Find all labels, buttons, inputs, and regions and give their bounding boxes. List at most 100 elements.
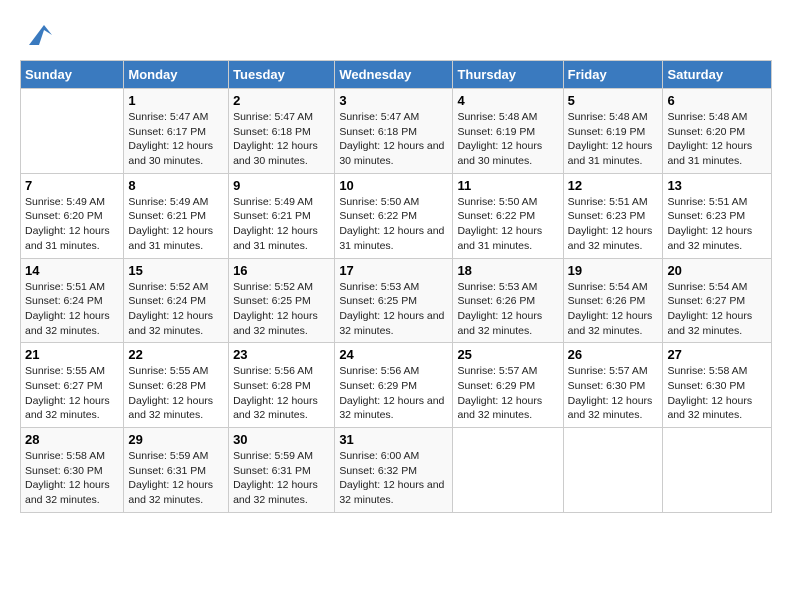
header-sunday: Sunday [21, 61, 124, 89]
day-cell: 3 Sunrise: 5:47 AMSunset: 6:18 PMDaylight… [335, 89, 453, 174]
header-tuesday: Tuesday [229, 61, 335, 89]
header-wednesday: Wednesday [335, 61, 453, 89]
day-cell: 6 Sunrise: 5:48 AMSunset: 6:20 PMDaylight… [663, 89, 772, 174]
day-cell: 9 Sunrise: 5:49 AMSunset: 6:21 PMDaylight… [229, 173, 335, 258]
day-number: 2 [233, 93, 330, 108]
day-cell: 11Sunrise: 5:50 AMSunset: 6:22 PMDayligh… [453, 173, 563, 258]
day-info: Sunrise: 5:49 AMSunset: 6:21 PMDaylight:… [233, 195, 330, 254]
day-number: 3 [339, 93, 448, 108]
day-cell: 17 Sunrise: 5:53 AMSunset: 6:25 PMDayligh… [335, 258, 453, 343]
day-cell: 19 Sunrise: 5:54 AMSunset: 6:26 PMDayligh… [563, 258, 663, 343]
day-number: 14 [25, 263, 119, 278]
day-info: Sunrise: 5:53 AMSunset: 6:26 PMDaylight:… [457, 280, 558, 339]
day-number: 17 [339, 263, 448, 278]
header-monday: Monday [124, 61, 229, 89]
day-number: 20 [667, 263, 767, 278]
day-info: Sunrise: 5:52 AMSunset: 6:24 PMDaylight:… [128, 280, 224, 339]
day-number: 1 [128, 93, 224, 108]
day-info: Sunrise: 5:47 AMSunset: 6:18 PMDaylight:… [339, 110, 448, 169]
day-info: Sunrise: 5:48 AMSunset: 6:19 PMDaylight:… [568, 110, 659, 169]
day-cell: 28 Sunrise: 5:58 AMSunset: 6:30 PMDayligh… [21, 428, 124, 513]
day-cell: 21 Sunrise: 5:55 AMSunset: 6:27 PMDayligh… [21, 343, 124, 428]
day-number: 29 [128, 432, 224, 447]
week-row-4: 21 Sunrise: 5:55 AMSunset: 6:27 PMDayligh… [21, 343, 772, 428]
day-info: Sunrise: 5:59 AMSunset: 6:31 PMDaylight:… [233, 449, 330, 508]
header-saturday: Saturday [663, 61, 772, 89]
day-number: 8 [128, 178, 224, 193]
day-info: Sunrise: 5:55 AMSunset: 6:28 PMDaylight:… [128, 364, 224, 423]
day-number: 6 [667, 93, 767, 108]
day-number: 21 [25, 347, 119, 362]
day-cell: 14Sunrise: 5:51 AMSunset: 6:24 PMDayligh… [21, 258, 124, 343]
page-header [20, 20, 772, 50]
day-info: Sunrise: 5:54 AMSunset: 6:26 PMDaylight:… [568, 280, 659, 339]
day-cell: 23Sunrise: 5:56 AMSunset: 6:28 PMDayligh… [229, 343, 335, 428]
day-info: Sunrise: 5:59 AMSunset: 6:31 PMDaylight:… [128, 449, 224, 508]
day-cell: 27 Sunrise: 5:58 AMSunset: 6:30 PMDayligh… [663, 343, 772, 428]
day-info: Sunrise: 5:57 AMSunset: 6:29 PMDaylight:… [457, 364, 558, 423]
day-info: Sunrise: 5:51 AMSunset: 6:23 PMDaylight:… [568, 195, 659, 254]
calendar-table: SundayMondayTuesdayWednesdayThursdayFrid… [20, 60, 772, 513]
day-cell: 15Sunrise: 5:52 AMSunset: 6:24 PMDayligh… [124, 258, 229, 343]
day-number: 30 [233, 432, 330, 447]
day-info: Sunrise: 5:50 AMSunset: 6:22 PMDaylight:… [457, 195, 558, 254]
logo-icon [24, 20, 54, 50]
day-cell: 5 Sunrise: 5:48 AMSunset: 6:19 PMDaylight… [563, 89, 663, 174]
day-cell: 7 Sunrise: 5:49 AMSunset: 6:20 PMDaylight… [21, 173, 124, 258]
day-info: Sunrise: 5:48 AMSunset: 6:20 PMDaylight:… [667, 110, 767, 169]
day-cell: 1 Sunrise: 5:47 AMSunset: 6:17 PMDaylight… [124, 89, 229, 174]
day-number: 24 [339, 347, 448, 362]
day-number: 19 [568, 263, 659, 278]
day-cell [453, 428, 563, 513]
day-info: Sunrise: 5:49 AMSunset: 6:21 PMDaylight:… [128, 195, 224, 254]
day-cell: 13 Sunrise: 5:51 AMSunset: 6:23 PMDayligh… [663, 173, 772, 258]
day-cell: 26Sunrise: 5:57 AMSunset: 6:30 PMDayligh… [563, 343, 663, 428]
day-info: Sunrise: 5:55 AMSunset: 6:27 PMDaylight:… [25, 364, 119, 423]
day-cell: 18Sunrise: 5:53 AMSunset: 6:26 PMDayligh… [453, 258, 563, 343]
day-info: Sunrise: 5:52 AMSunset: 6:25 PMDaylight:… [233, 280, 330, 339]
day-cell: 12 Sunrise: 5:51 AMSunset: 6:23 PMDayligh… [563, 173, 663, 258]
day-info: Sunrise: 5:47 AMSunset: 6:17 PMDaylight:… [128, 110, 224, 169]
day-number: 23 [233, 347, 330, 362]
day-info: Sunrise: 5:48 AMSunset: 6:19 PMDaylight:… [457, 110, 558, 169]
day-number: 10 [339, 178, 448, 193]
day-info: Sunrise: 5:58 AMSunset: 6:30 PMDaylight:… [25, 449, 119, 508]
day-info: Sunrise: 5:49 AMSunset: 6:20 PMDaylight:… [25, 195, 119, 254]
day-number: 25 [457, 347, 558, 362]
header-friday: Friday [563, 61, 663, 89]
week-row-2: 7 Sunrise: 5:49 AMSunset: 6:20 PMDaylight… [21, 173, 772, 258]
day-cell: 24 Sunrise: 5:56 AMSunset: 6:29 PMDayligh… [335, 343, 453, 428]
day-cell [663, 428, 772, 513]
day-cell [21, 89, 124, 174]
day-info: Sunrise: 5:56 AMSunset: 6:29 PMDaylight:… [339, 364, 448, 423]
day-info: Sunrise: 6:00 AMSunset: 6:32 PMDaylight:… [339, 449, 448, 508]
day-cell: 8 Sunrise: 5:49 AMSunset: 6:21 PMDaylight… [124, 173, 229, 258]
day-number: 13 [667, 178, 767, 193]
day-info: Sunrise: 5:58 AMSunset: 6:30 PMDaylight:… [667, 364, 767, 423]
day-cell: 10 Sunrise: 5:50 AMSunset: 6:22 PMDayligh… [335, 173, 453, 258]
day-cell: 29 Sunrise: 5:59 AMSunset: 6:31 PMDayligh… [124, 428, 229, 513]
logo [20, 20, 54, 50]
header-row: SundayMondayTuesdayWednesdayThursdayFrid… [21, 61, 772, 89]
day-cell: 25 Sunrise: 5:57 AMSunset: 6:29 PMDayligh… [453, 343, 563, 428]
week-row-1: 1 Sunrise: 5:47 AMSunset: 6:17 PMDaylight… [21, 89, 772, 174]
day-number: 5 [568, 93, 659, 108]
day-info: Sunrise: 5:47 AMSunset: 6:18 PMDaylight:… [233, 110, 330, 169]
day-number: 9 [233, 178, 330, 193]
day-cell: 16Sunrise: 5:52 AMSunset: 6:25 PMDayligh… [229, 258, 335, 343]
day-info: Sunrise: 5:53 AMSunset: 6:25 PMDaylight:… [339, 280, 448, 339]
day-number: 28 [25, 432, 119, 447]
day-cell: 20 Sunrise: 5:54 AMSunset: 6:27 PMDayligh… [663, 258, 772, 343]
day-number: 4 [457, 93, 558, 108]
day-cell: 2 Sunrise: 5:47 AMSunset: 6:18 PMDaylight… [229, 89, 335, 174]
header-thursday: Thursday [453, 61, 563, 89]
day-info: Sunrise: 5:54 AMSunset: 6:27 PMDaylight:… [667, 280, 767, 339]
day-info: Sunrise: 5:50 AMSunset: 6:22 PMDaylight:… [339, 195, 448, 254]
day-cell: 30 Sunrise: 5:59 AMSunset: 6:31 PMDayligh… [229, 428, 335, 513]
day-number: 7 [25, 178, 119, 193]
day-number: 22 [128, 347, 224, 362]
day-cell [563, 428, 663, 513]
day-number: 12 [568, 178, 659, 193]
day-info: Sunrise: 5:51 AMSunset: 6:23 PMDaylight:… [667, 195, 767, 254]
day-number: 27 [667, 347, 767, 362]
